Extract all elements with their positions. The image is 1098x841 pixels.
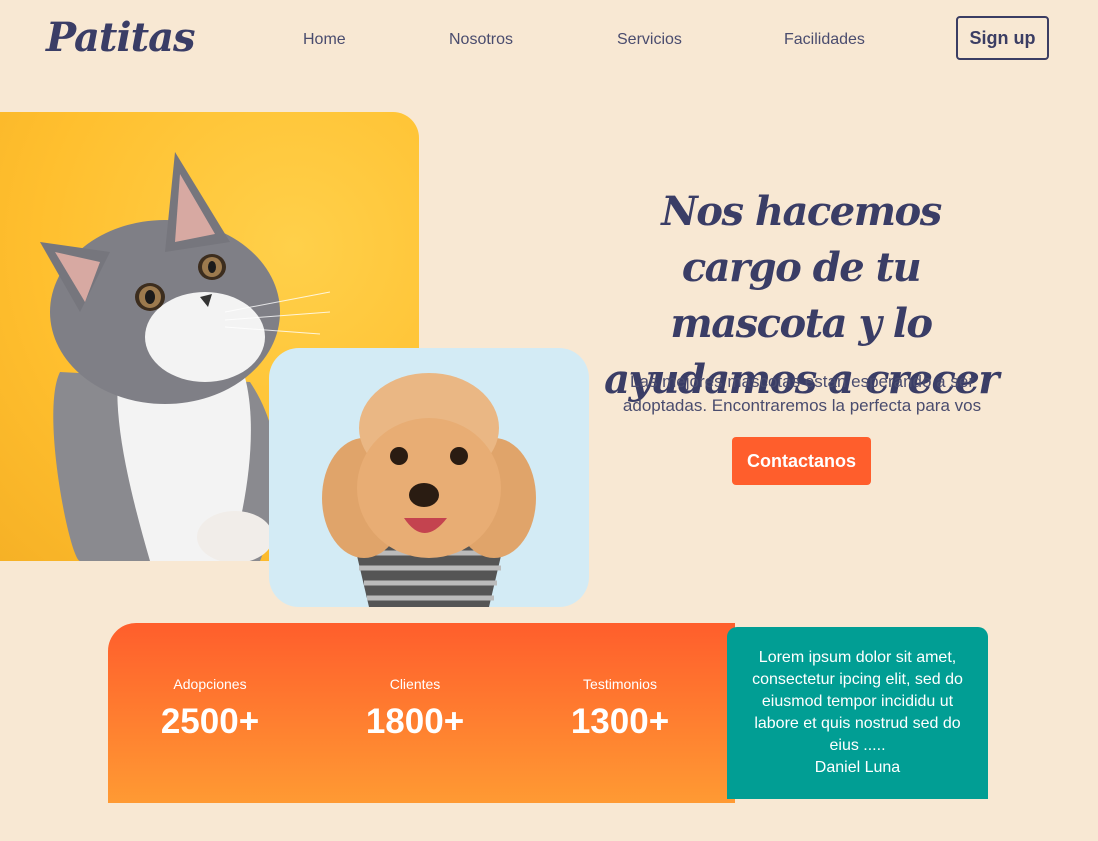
testimonial-author: Daniel Luna xyxy=(814,759,901,776)
testimonial-card: Lorem ipsum dolor sit amet, consectetur … xyxy=(727,627,988,799)
poodle-illustration xyxy=(322,373,536,607)
stat-value: 1300+ xyxy=(570,702,670,741)
testimonial-text: Lorem ipsum dolor sit amet, consectetur … xyxy=(752,649,963,754)
nav-link-facilidades[interactable]: Facilidades xyxy=(784,31,865,49)
stat-label: Testimonios xyxy=(583,676,657,692)
dog-image xyxy=(269,348,589,607)
stat-label: Adopciones xyxy=(173,676,247,692)
stat-value: 1800+ xyxy=(365,702,465,741)
stat-testimonials: Testimonios 1300+ xyxy=(520,676,720,742)
nav-link-nosotros[interactable]: Nosotros xyxy=(449,31,513,49)
logo[interactable]: Patitas xyxy=(46,14,196,61)
nav-link-home[interactable]: Home xyxy=(303,31,346,49)
contact-button[interactable]: Contactanos xyxy=(732,437,871,485)
nav-link-servicios[interactable]: Servicios xyxy=(617,31,682,49)
stat-clients: Clientes 1800+ xyxy=(315,676,515,742)
stat-value: 2500+ xyxy=(160,702,260,741)
hero-subtitle: Las mejores mascotas estan esperando a s… xyxy=(622,372,982,415)
stats-panel: Adopciones 2500+ Clientes 1800+ Testimon… xyxy=(108,623,735,803)
sign-up-button[interactable]: Sign up xyxy=(956,16,1049,60)
stat-adoptions: Adopciones 2500+ xyxy=(110,676,310,742)
stat-label: Clientes xyxy=(389,676,441,692)
